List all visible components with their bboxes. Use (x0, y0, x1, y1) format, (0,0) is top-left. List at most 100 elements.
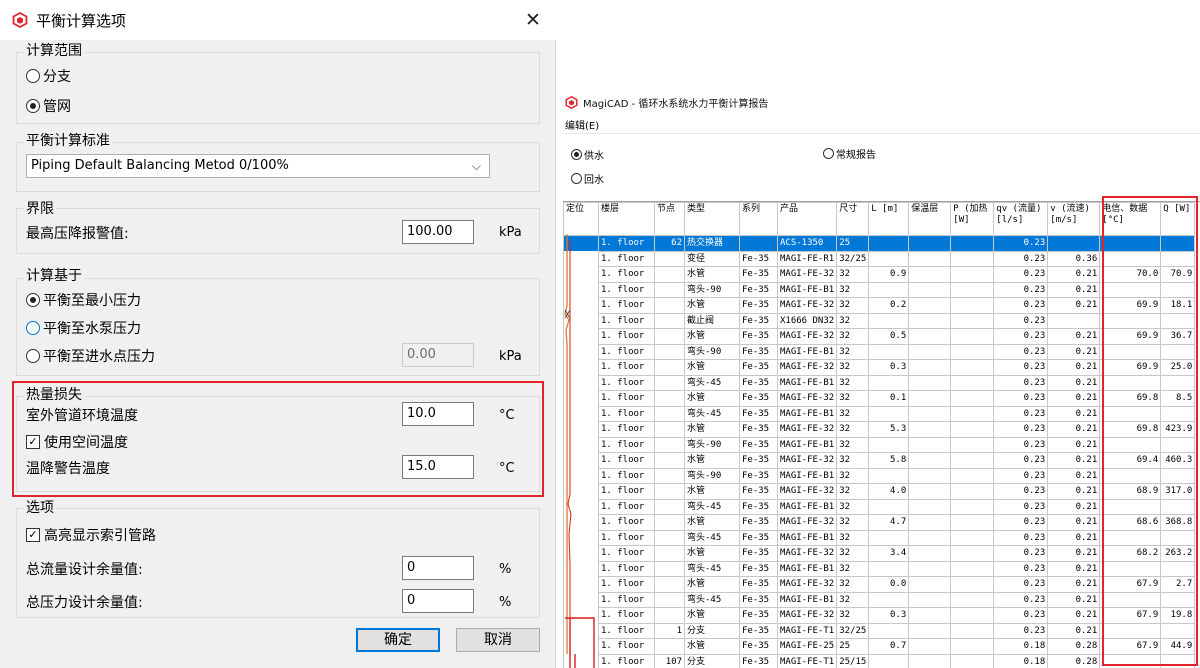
table-cell: 32 (836, 421, 870, 438)
radio-balance-inlet-pressure[interactable]: 平衡至进水点压力 (26, 346, 155, 366)
table-row[interactable]: 1. floor 水管 Fe-35 MAGI-FE-32 32 5.3 0.23 0.21 69… (563, 421, 1196, 438)
table-cell: 0.23 (993, 235, 1049, 252)
table-cell (908, 436, 952, 453)
table-row[interactable]: 1. floor 截止阀 Fe-35 X1666 DN32 32 0.23 (563, 312, 1196, 329)
column-header[interactable]: 保温层 (908, 202, 952, 236)
radio-balance-pump-pressure[interactable]: 平衡至水泵压力 (26, 318, 141, 338)
table-row[interactable]: 1. floor 水管 Fe-35 MAGI-FE-32 32 0.0 0.23 0.21 67… (563, 576, 1196, 593)
flow-margin-label: 总流量设计余量值: (26, 562, 143, 578)
table-cell: Fe-35 (739, 421, 778, 438)
table-row[interactable]: 1. floor 1 分支 Fe-35 MAGI-FE-T1 32/25 0.23 0.21 (563, 622, 1196, 639)
table-row[interactable]: 1. floor 水管 Fe-35 MAGI-FE-32 32 3.4 0.23 0.21 68… (563, 545, 1196, 562)
table-cell (563, 421, 599, 437)
table-cell: MAGI-FE-32 (776, 297, 838, 314)
table-cell: 0.21 (1047, 607, 1101, 624)
table-row[interactable]: 1. floor 水管 Fe-35 MAGI-FE-32 32 0.9 0.23 0.21 70… (563, 266, 1196, 283)
table-cell: 32 (836, 374, 870, 391)
table-row[interactable]: 1. floor 水管 Fe-35 MAGI-FE-32 32 5.8 0.23 0.21 69… (563, 452, 1196, 469)
table-cell (563, 282, 599, 298)
table-cell (563, 514, 599, 530)
table-cell: 32 (836, 266, 870, 283)
radio-branch[interactable]: 分支 (26, 66, 71, 86)
column-header[interactable]: 节点 (654, 202, 685, 236)
table-cell: 0.21 (1047, 405, 1101, 422)
table-cell (950, 374, 995, 391)
flow-margin-input[interactable]: 0 (402, 556, 474, 580)
table-cell (563, 545, 599, 561)
table-row[interactable]: 1. floor 变径 Fe-35 MAGI-FE-R1 32/25 0.23 0.36 (563, 250, 1196, 267)
table-row[interactable]: 1. floor 弯头-90 Fe-35 MAGI-FE-B1 32 0.23 0.21 (563, 343, 1196, 360)
table-row[interactable]: 1. floor 水管 Fe-35 MAGI-FE-32 32 0.3 0.23 0.21 67… (563, 607, 1196, 624)
table-row[interactable]: 1. floor 弯头-45 Fe-35 MAGI-FE-B1 32 0.23 0.21 (563, 591, 1196, 608)
table-cell: 1. floor (598, 498, 655, 515)
table-cell (563, 654, 599, 668)
table-cell: 0.21 (1047, 297, 1101, 314)
radio-network[interactable]: 管网 (26, 96, 71, 116)
table-cell: Fe-35 (739, 638, 778, 655)
table-cell: 弯头-90 (684, 467, 740, 484)
column-header[interactable]: 类型 (684, 202, 740, 236)
table-row[interactable]: 1. floor 62 热交换器 ACS-1350 25 0.23 (563, 235, 1196, 252)
table-row[interactable]: 1. floor 弯头-90 Fe-35 MAGI-FE-B1 32 0.23 0.21 (563, 467, 1196, 484)
table-row[interactable]: 1. floor 弯头-90 Fe-35 MAGI-FE-B1 32 0.23 0.21 (563, 281, 1196, 298)
highlight-index-path-checkbox[interactable]: ✓ 高亮显示索引管路 (26, 525, 156, 545)
table-cell: Fe-35 (739, 591, 778, 608)
table-cell: 0.23 (993, 390, 1049, 407)
table-row[interactable]: 1. floor 弯头-90 Fe-35 MAGI-FE-B1 32 0.23 0.21 (563, 436, 1196, 453)
table-row[interactable]: 1. floor 水管 Fe-35 MAGI-FE-32 32 0.5 0.23 0.21 69… (563, 328, 1196, 345)
inlet-pressure-input: 0.00 (402, 343, 474, 367)
table-row[interactable]: 1. floor 107 分支 Fe-35 MAGI-FE-T1 25/15 0.18 0.2… (563, 653, 1196, 668)
max-pressure-drop-input[interactable]: 100.00 (402, 220, 474, 244)
radio-normal-report[interactable]: 常规报告 (823, 146, 876, 161)
table-row[interactable]: 1. floor 弯头-45 Fe-35 MAGI-FE-B1 32 0.23 0.21 (563, 405, 1196, 422)
table-cell (950, 266, 995, 283)
table-row[interactable]: 1. floor 水管 Fe-35 MAGI-FE-32 32 0.2 0.23 0.21 69… (563, 297, 1196, 314)
standard-select[interactable]: Piping Default Balancing Metod 0/100% ⌵ (26, 154, 490, 178)
column-header[interactable]: 尺寸 (836, 202, 870, 236)
table-row[interactable]: 1. floor 水管 Fe-35 MAGI-FE-32 32 4.0 0.23 0.21 68… (563, 483, 1196, 500)
table-row[interactable]: 1. floor 水管 Fe-35 MAGI-FE-32 32 4.7 0.23 0.21 68… (563, 514, 1196, 531)
table-cell: MAGI-FE-32 (776, 607, 838, 624)
close-icon[interactable]: ✕ (522, 9, 544, 31)
table-cell: 水管 (684, 266, 740, 283)
column-header[interactable]: v (流速) [m/s] (1047, 202, 1101, 236)
table-cell (908, 545, 952, 562)
table-cell: 3.4 (868, 545, 910, 562)
radio-return[interactable]: 回水 (571, 171, 604, 186)
column-header[interactable]: P (加热 [W] (950, 202, 995, 236)
column-header[interactable]: 产品 (776, 202, 838, 236)
menu-edit[interactable]: 编辑(E) (565, 117, 599, 132)
column-header[interactable]: 系列 (739, 202, 778, 236)
table-cell: 32/25 (836, 250, 870, 267)
table-row[interactable]: 1. floor 水管 Fe-35 MAGI-FE-32 32 0.1 0.23 0.21 69… (563, 390, 1196, 407)
max-pressure-drop-label: 最高压降报警值: (26, 226, 129, 242)
cancel-button[interactable]: 取消 (456, 628, 540, 652)
column-header[interactable]: 定位 (563, 202, 599, 236)
table-cell: MAGI-FE-32 (776, 576, 838, 593)
table-row[interactable]: 1. floor 水管 Fe-35 MAGI-FE-25 25 0.7 0.18 0.28 67… (563, 638, 1196, 655)
table-cell (908, 576, 952, 593)
radio-supply[interactable]: 供水 (571, 147, 604, 162)
table-cell (868, 281, 910, 298)
ok-button[interactable]: 确定 (356, 628, 440, 652)
pressure-margin-input[interactable]: 0 (402, 589, 474, 613)
table-row[interactable]: 1. floor 弯头-45 Fe-35 MAGI-FE-B1 32 0.23 0.21 (563, 498, 1196, 515)
table-cell: 0.0 (868, 576, 910, 593)
column-header[interactable]: qv (流量) [l/s] (993, 202, 1049, 236)
table-row[interactable]: 1. floor 水管 Fe-35 MAGI-FE-32 32 0.3 0.23 0.21 69… (563, 359, 1196, 376)
table-cell (563, 483, 599, 499)
table-cell: MAGI-FE-32 (776, 266, 838, 283)
table-cell (563, 406, 599, 422)
table-cell (654, 498, 685, 515)
table-cell (950, 312, 995, 329)
column-header[interactable]: 楼层 (598, 202, 655, 236)
column-header[interactable]: L [m] (868, 202, 910, 236)
table-row[interactable]: 1. floor 弯头-45 Fe-35 MAGI-FE-B1 32 0.23 0.21 (563, 374, 1196, 391)
radio-balance-min-pressure[interactable]: 平衡至最小压力 (26, 290, 141, 310)
table-row[interactable]: 1. floor 弯头-45 Fe-35 MAGI-FE-B1 32 0.23 0.21 (563, 529, 1196, 546)
table-cell: 0.18 (993, 653, 1049, 668)
table-cell: 1. floor (598, 235, 655, 252)
table-cell: Fe-35 (739, 560, 778, 577)
table-row[interactable]: 1. floor 弯头-45 Fe-35 MAGI-FE-B1 32 0.23 0.21 (563, 560, 1196, 577)
table-cell: 32 (836, 483, 870, 500)
